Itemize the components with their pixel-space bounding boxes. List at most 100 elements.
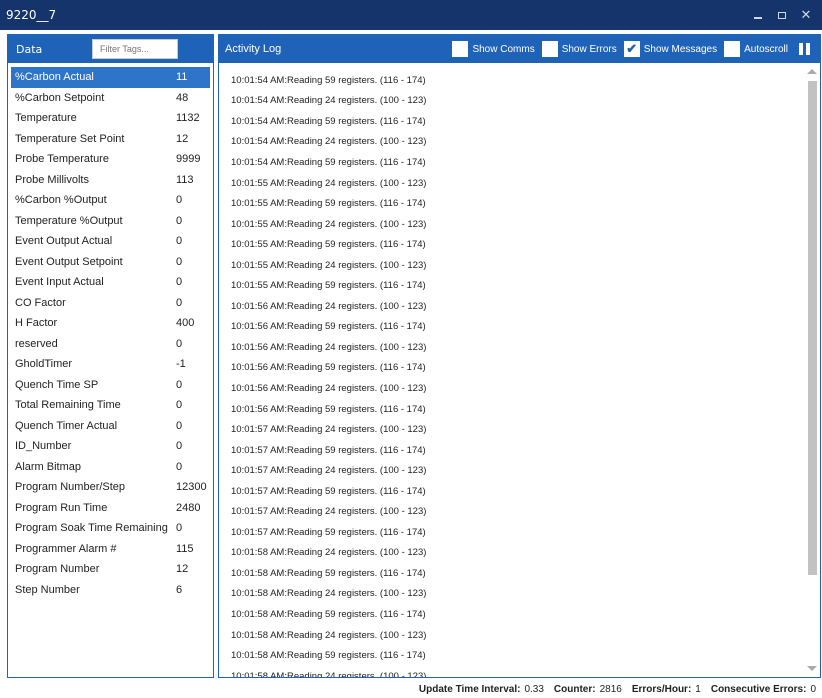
checkmark-icon: ✔ <box>626 41 638 56</box>
tag-value: 0 <box>176 337 183 350</box>
data-row[interactable]: H Factor 400 <box>11 313 210 334</box>
checkbox[interactable] <box>541 41 558 57</box>
data-row[interactable]: GholdTimer -1 <box>11 354 210 375</box>
tag-name: Event Output Setpoint <box>15 255 123 268</box>
data-row[interactable]: Probe Temperature 9999 <box>11 149 210 170</box>
tag-value: 400 <box>176 317 195 330</box>
status-bar: Update Time Interval: 0.33 Counter: 2816… <box>419 681 816 697</box>
minimize-button[interactable] <box>746 0 770 30</box>
log-line: 10:01:55 AM:Reading 24 registers. (100 -… <box>231 177 427 189</box>
option-label: Autoscroll <box>744 43 788 55</box>
data-row[interactable]: Program Run Time 2480 <box>11 498 210 519</box>
data-row[interactable]: Alarm Bitmap 0 <box>11 457 210 478</box>
log-options: Show Comms Show Errors ✔ Show Messages Autos… <box>452 41 795 57</box>
tag-value: 1132 <box>176 112 200 125</box>
tag-name: Alarm Bitmap <box>15 460 82 473</box>
tag-value: 0 <box>176 399 183 412</box>
tag-value: 0 <box>176 296 183 309</box>
log-body: 10:01:54 AM:Reading 59 registers. (116 -… <box>219 63 820 677</box>
errors-hour-label: Errors/Hour: <box>631 683 692 695</box>
data-row[interactable]: Temperature Set Point 12 <box>11 129 210 150</box>
data-panel-header: Data <box>8 35 213 63</box>
tag-value: 0 <box>176 276 183 289</box>
log-line: 10:01:56 AM:Reading 24 registers. (100 -… <box>231 341 427 353</box>
data-panel: Data %Carbon Actual 11 %Carbon Setpoint 48 T… <box>7 34 214 678</box>
tag-value: 48 <box>176 91 189 104</box>
option-label: Show Errors <box>561 43 617 55</box>
tag-value: 0 <box>176 255 183 268</box>
data-row[interactable]: Programmer Alarm # 115 <box>11 539 210 560</box>
log-line: 10:01:57 AM:Reading 24 registers. (100 -… <box>231 424 427 436</box>
consecutive-errors-label: Consecutive Errors: <box>710 683 807 695</box>
log-line: 10:01:57 AM:Reading 24 registers. (100 -… <box>231 506 427 518</box>
tag-value: 12 <box>176 563 189 576</box>
tag-name: reserved <box>15 337 58 350</box>
log-line: 10:01:57 AM:Reading 59 registers. (116 -… <box>231 526 426 538</box>
data-row[interactable]: Program Number/Step 12300 <box>11 477 210 498</box>
data-row[interactable]: Program Number 12 <box>11 559 210 580</box>
tag-value: 0 <box>176 419 183 432</box>
option-label: Show Comms <box>472 43 535 55</box>
tag-name: Program Number <box>15 563 100 576</box>
scroll-thumb[interactable] <box>808 81 817 575</box>
data-row[interactable]: Step Number 6 <box>11 580 210 601</box>
tag-value: 12 <box>176 132 189 145</box>
option-show-comms[interactable]: Show Comms <box>452 41 535 57</box>
log-scrollbar[interactable] <box>806 67 818 673</box>
consecutive-errors-value: 0 <box>810 683 816 695</box>
log-line: 10:01:57 AM:Reading 59 registers. (116 -… <box>231 485 426 497</box>
log-line: 10:01:58 AM:Reading 59 registers. (116 -… <box>231 650 426 662</box>
checkbox[interactable] <box>724 41 741 57</box>
log-line: 10:01:58 AM:Reading 24 registers. (100 -… <box>231 588 427 600</box>
scroll-up-icon[interactable] <box>807 69 817 74</box>
option-show-errors[interactable]: Show Errors <box>541 41 617 57</box>
tag-name: Program Soak Time Remaining <box>15 522 168 535</box>
data-row[interactable]: Temperature 1132 <box>11 108 210 129</box>
filter-tags-input[interactable] <box>92 39 178 59</box>
tag-value: 12300 <box>176 481 207 494</box>
close-button[interactable]: ✕ <box>794 0 818 30</box>
counter-value: 2816 <box>599 683 622 695</box>
data-row[interactable]: Event Output Setpoint 0 <box>11 252 210 273</box>
data-row[interactable]: Temperature %Output 0 <box>11 211 210 232</box>
option-show-messages[interactable]: ✔ Show Messages <box>623 41 717 57</box>
tag-name: Event Input Actual <box>15 276 104 289</box>
scroll-down-icon[interactable] <box>807 666 817 671</box>
log-line: 10:01:54 AM:Reading 59 registers. (116 -… <box>231 74 426 86</box>
data-row[interactable]: %Carbon Actual 11 <box>11 67 210 88</box>
log-line: 10:01:55 AM:Reading 59 registers. (116 -… <box>231 239 426 251</box>
maximize-button[interactable] <box>770 0 794 30</box>
data-row[interactable]: Event Input Actual 0 <box>11 272 210 293</box>
checkbox[interactable] <box>452 41 469 57</box>
log-line: 10:01:57 AM:Reading 24 registers. (100 -… <box>231 465 427 477</box>
data-row[interactable]: Event Output Actual 0 <box>11 231 210 252</box>
data-row[interactable]: Quench Time SP 0 <box>11 375 210 396</box>
tag-name: Quench Time SP <box>15 378 99 391</box>
data-row[interactable]: Program Soak Time Remaining 0 <box>11 518 210 539</box>
data-row[interactable]: CO Factor 0 <box>11 293 210 314</box>
data-row[interactable]: Quench Timer Actual 0 <box>11 416 210 437</box>
window-title: 9220__7 <box>6 8 57 22</box>
data-row[interactable]: reserved 0 <box>11 334 210 355</box>
tag-name: GholdTimer <box>15 358 73 371</box>
log-line: 10:01:54 AM:Reading 24 registers. (100 -… <box>231 136 427 148</box>
pause-button[interactable] <box>799 43 810 55</box>
data-row[interactable]: Total Remaining Time 0 <box>11 395 210 416</box>
log-lines: 10:01:54 AM:Reading 59 registers. (116 -… <box>219 63 820 677</box>
option-autoscroll[interactable]: Autoscroll <box>724 41 788 57</box>
update-interval-value: 0.33 <box>524 683 544 695</box>
tag-name: Temperature <box>15 112 77 125</box>
data-row[interactable]: %Carbon Setpoint 48 <box>11 88 210 109</box>
tag-name: Probe Millivolts <box>15 173 89 186</box>
log-line: 10:01:56 AM:Reading 24 registers. (100 -… <box>231 300 427 312</box>
log-line: 10:01:58 AM:Reading 59 registers. (116 -… <box>231 608 426 620</box>
tag-value: 0 <box>176 440 183 453</box>
tag-name: CO Factor <box>15 296 66 309</box>
data-row[interactable]: %Carbon %Output 0 <box>11 190 210 211</box>
checkbox[interactable]: ✔ <box>623 41 640 57</box>
tag-value: 2480 <box>176 501 201 514</box>
data-row[interactable]: Probe Millivolts 113 <box>11 170 210 191</box>
log-line: 10:01:58 AM:Reading 24 registers. (100 -… <box>231 670 427 677</box>
data-row[interactable]: ID_Number 0 <box>11 436 210 457</box>
tag-name: Probe Temperature <box>15 153 109 166</box>
